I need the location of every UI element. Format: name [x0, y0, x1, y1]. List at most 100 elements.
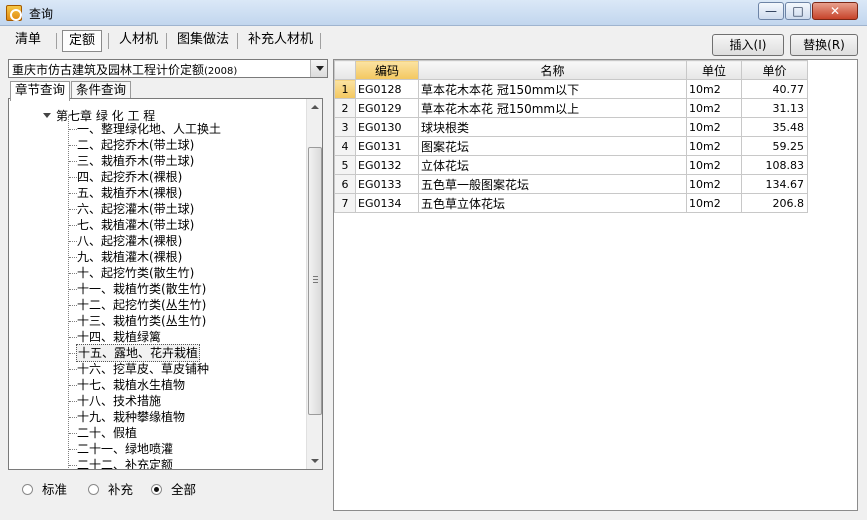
chevron-down-icon[interactable] [310, 60, 327, 77]
table-row[interactable]: 6 EG0133 五色草一般图案花坛 10m2 134.67 [334, 174, 808, 194]
tree-item[interactable]: 八、起挖灌木(裸根) [9, 233, 309, 249]
column-header-price[interactable]: 单价 [741, 60, 808, 80]
tree-item[interactable]: 十一、栽植竹类(散生竹) [9, 281, 309, 297]
unit-cell[interactable]: 10m2 [686, 98, 742, 118]
tree-connector [69, 321, 77, 322]
replace-button[interactable]: 替换(R) [790, 34, 858, 56]
radio-icon[interactable] [88, 484, 99, 495]
unit-cell[interactable]: 10m2 [686, 155, 742, 175]
tree-item[interactable]: 七、栽植灌木(带土球) [9, 217, 309, 233]
tree-item[interactable]: 十八、技术措施 [9, 393, 309, 409]
tab-bill[interactable]: 清单 [9, 30, 47, 52]
chapter-tree[interactable]: 第七章 绿 化 工 程 一、整理绿化地、人工换土 二、起挖乔木(带土球) 三、栽植乔… [8, 98, 323, 470]
row-number[interactable]: 4 [334, 136, 356, 156]
column-header-unit[interactable]: 单位 [686, 60, 742, 80]
code-cell[interactable]: EG0128 [355, 79, 419, 99]
name-cell[interactable]: 球块根类 [418, 117, 687, 137]
tab-condition-query[interactable]: 条件查询 [71, 81, 132, 99]
code-cell[interactable]: EG0130 [355, 117, 419, 137]
tree-item[interactable]: 十七、栽植水生植物 [9, 377, 309, 393]
name-cell[interactable]: 图案花坛 [418, 136, 687, 156]
tree-item[interactable]: 六、起挖灌木(带土球) [9, 201, 309, 217]
price-cell[interactable]: 59.25 [741, 136, 808, 156]
table-row[interactable]: 1 EG0128 草本花木本花 冠150mm以下 10m2 40.77 [334, 79, 808, 99]
code-cell[interactable]: EG0133 [355, 174, 419, 194]
price-cell[interactable]: 31.13 [741, 98, 808, 118]
tree-item[interactable]: 十、起挖竹类(散生竹) [9, 265, 309, 281]
quota-library-select[interactable]: 重庆市仿古建筑及园林工程计价定额(2008) [8, 59, 328, 78]
name-cell[interactable]: 五色草一般图案花坛 [418, 174, 687, 194]
code-cell[interactable]: EG0129 [355, 98, 419, 118]
row-number[interactable]: 1 [334, 79, 356, 99]
name-cell[interactable]: 五色草立体花坛 [418, 193, 687, 213]
price-cell[interactable]: 134.67 [741, 174, 808, 194]
column-header-code[interactable]: 编码 [355, 60, 419, 80]
tree-item[interactable]: 一、整理绿化地、人工换土 [9, 121, 309, 137]
scroll-up-icon[interactable] [307, 99, 322, 115]
tree-scrollbar[interactable] [306, 99, 322, 469]
tree-item-label: 十二、起挖竹类(丛生竹) [77, 298, 207, 312]
tree-item[interactable]: 十二、起挖竹类(丛生竹) [9, 297, 309, 313]
table-row[interactable]: 2 EG0129 草本花木本花 冠150mm以上 10m2 31.13 [334, 98, 808, 118]
column-header-name[interactable]: 名称 [418, 60, 687, 80]
maximize-button[interactable]: □ [785, 2, 811, 20]
tab-supplement-lmm[interactable]: 补充人材机 [242, 30, 319, 52]
tree-item[interactable]: 二十、假植 [9, 425, 309, 441]
row-number[interactable]: 5 [334, 155, 356, 175]
row-number[interactable]: 3 [334, 117, 356, 137]
tree-item[interactable]: 九、栽植灌木(裸根) [9, 249, 309, 265]
expand-icon[interactable] [43, 113, 51, 118]
name-cell[interactable]: 草本花木本花 冠150mm以下 [418, 79, 687, 99]
title-bar: 查询 — □ ✕ [0, 0, 867, 26]
row-number[interactable]: 7 [334, 193, 356, 213]
row-number[interactable]: 6 [334, 174, 356, 194]
code-cell[interactable]: EG0131 [355, 136, 419, 156]
table-row[interactable]: 3 EG0130 球块根类 10m2 35.48 [334, 117, 808, 137]
tree-item[interactable]: 四、起挖乔木(裸根) [9, 169, 309, 185]
unit-cell[interactable]: 10m2 [686, 174, 742, 194]
name-cell[interactable]: 立体花坛 [418, 155, 687, 175]
tree-item[interactable]: 十五、露地、花卉栽植 [9, 344, 309, 362]
tree-item[interactable]: 十三、栽植竹类(丛生竹) [9, 313, 309, 329]
tab-labor-material-machine[interactable]: 人材机 [113, 30, 164, 52]
radio-supplement[interactable]: 补充 [88, 482, 133, 498]
tree-item[interactable]: 十六、挖草皮、草皮铺种 [9, 361, 309, 377]
price-cell[interactable]: 35.48 [741, 117, 808, 137]
scroll-thumb[interactable] [308, 147, 322, 415]
close-button[interactable]: ✕ [812, 2, 858, 20]
tab-chapter-query[interactable]: 章节查询 [10, 81, 71, 101]
code-cell[interactable]: EG0134 [355, 193, 419, 213]
unit-cell[interactable]: 10m2 [686, 117, 742, 137]
radio-all[interactable]: 全部 [151, 482, 196, 498]
tab-atlas-methods[interactable]: 图集做法 [171, 30, 235, 52]
price-cell[interactable]: 206.8 [741, 193, 808, 213]
table-row[interactable]: 5 EG0132 立体花坛 10m2 108.83 [334, 155, 808, 175]
tree-item[interactable]: 二十二、补充定额 [9, 457, 309, 469]
tree-item[interactable]: 二十一、绿地喷灌 [9, 441, 309, 457]
unit-cell[interactable]: 10m2 [686, 193, 742, 213]
table-row[interactable]: 7 EG0134 五色草立体花坛 10m2 206.8 [334, 193, 808, 213]
name-cell[interactable]: 草本花木本花 冠150mm以上 [418, 98, 687, 118]
price-cell[interactable]: 40.77 [741, 79, 808, 99]
tab-quota[interactable]: 定额 [62, 30, 103, 52]
quota-grid[interactable]: 编码 名称 单位 单价 1 EG0128 草本花木本花 冠150mm以下 10m2 40… [333, 59, 858, 511]
unit-cell[interactable]: 10m2 [686, 79, 742, 99]
scroll-down-icon[interactable] [307, 453, 322, 469]
tree-item[interactable]: 五、栽植乔木(裸根) [9, 185, 309, 201]
unit-cell[interactable]: 10m2 [686, 136, 742, 156]
radio-checked-icon[interactable] [151, 484, 162, 495]
tree-item[interactable]: 十九、栽种攀缘植物 [9, 409, 309, 425]
tree-item[interactable]: 三、栽植乔木(带土球) [9, 153, 309, 169]
price-cell[interactable]: 108.83 [741, 155, 808, 175]
radio-icon[interactable] [22, 484, 33, 495]
tree-connector [69, 161, 77, 162]
code-cell[interactable]: EG0132 [355, 155, 419, 175]
minimize-button[interactable]: — [758, 2, 784, 20]
tree-item-label: 十、起挖竹类(散生竹) [77, 266, 195, 280]
radio-standard[interactable]: 标准 [22, 482, 67, 498]
tree-item[interactable]: 十四、栽植绿篱 [9, 329, 309, 345]
tree-item[interactable]: 二、起挖乔木(带土球) [9, 137, 309, 153]
row-number[interactable]: 2 [334, 98, 356, 118]
table-row[interactable]: 4 EG0131 图案花坛 10m2 59.25 [334, 136, 808, 156]
insert-button[interactable]: 插入(I) [712, 34, 784, 56]
